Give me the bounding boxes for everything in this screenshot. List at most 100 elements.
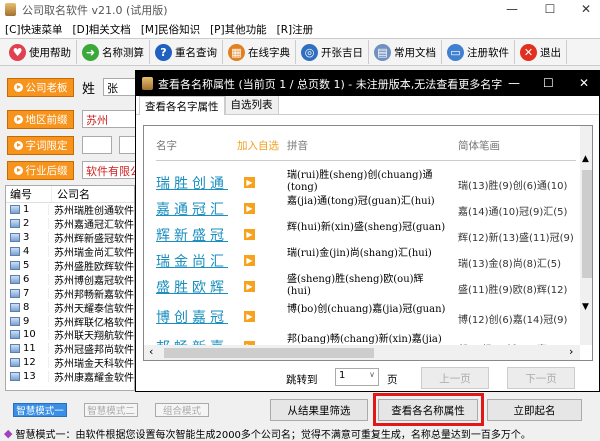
row-icon <box>10 247 20 257</box>
add-favorite-icon[interactable]: ▶ <box>244 311 255 322</box>
dialog-minimize-button[interactable]: — <box>508 76 520 90</box>
menu-docs[interactable]: [D]相关文档 <box>73 22 131 37</box>
pinyin: 瑞(rui)金(jin)尚(shang)汇(hui) <box>287 248 432 259</box>
title-bar: 公司取名软件 v21.0 (试用版) — ☐ ✕ <box>0 0 600 20</box>
toolbar-button-1[interactable]: ➜ 名称测算 <box>77 40 150 64</box>
list-item[interactable]: 4 苏州瑞金尚汇软件 <box>6 245 134 259</box>
row-icon <box>10 330 20 340</box>
attribute-row: 瑞金尚汇 ▶ 瑞(rui)金(jin)尚(shang)汇(hui) 瑞(13)金(8)… <box>144 248 584 274</box>
pinyin: 瑞(rui)胜(sheng)创(chuang)通(tong) <box>287 170 433 193</box>
company-boss-button[interactable]: 公司老板 <box>7 78 74 97</box>
scroll-right-icon[interactable]: › <box>569 345 573 358</box>
add-favorite-icon[interactable]: ▶ <box>244 229 255 240</box>
toolbar-label: 常用文档 <box>394 46 436 59</box>
toolbar-button-3[interactable]: ▦ 在线字典 <box>223 40 296 64</box>
page-select[interactable]: 1 ∨ <box>335 368 379 386</box>
list-item[interactable]: 1 苏州瑞胜创通软件 <box>6 203 134 217</box>
dialog-close-button[interactable]: ✕ <box>579 76 589 90</box>
name-link[interactable]: 辉新盛冠 <box>156 225 228 245</box>
mode-smart-2[interactable]: 智慧模式二 <box>84 403 138 417</box>
label: 公司老板 <box>25 82 68 94</box>
toolbar-button-4[interactable]: ◎ 开张吉日 <box>296 40 369 64</box>
row-icon <box>10 233 20 243</box>
next-page-button[interactable]: 下一页 <box>507 367 575 389</box>
close-button[interactable]: ✕ <box>572 2 600 18</box>
name-link[interactable]: 瑞金尚汇 <box>156 251 228 271</box>
scroll-up-icon[interactable]: ▲ <box>582 154 589 164</box>
add-favorite-icon[interactable]: ▶ <box>244 177 255 188</box>
attribute-row: 嘉通冠汇 ▶ 嘉(jia)通(tong)冠(guan)汇(hui) 嘉(14)通(10… <box>144 196 584 222</box>
list-item[interactable]: 6 苏州博创嘉冠软件 <box>6 272 134 287</box>
col-name[interactable]: 公司名 <box>52 186 90 202</box>
page-value: 1 <box>339 370 346 381</box>
question-icon: ? <box>155 43 172 61</box>
region-input[interactable]: 苏州 <box>82 110 142 128</box>
tab-favorites[interactable]: 自选列表 <box>224 94 279 114</box>
list-item[interactable]: 9 苏州辉联亿格软件 <box>6 314 134 329</box>
strokes: 瑞(13)金(8)尚(8)汇(5) <box>458 259 562 270</box>
menu-register[interactable]: [R]注册 <box>277 22 314 37</box>
scroll-thumb-h[interactable] <box>164 348 374 358</box>
label: 行业后缀 <box>25 165 68 177</box>
scroll-down-icon[interactable]: ▼ <box>582 302 589 312</box>
toolbar-button-7[interactable]: ✕ 退出 <box>515 40 567 64</box>
list-item[interactable]: 3 苏州辉新盛冠软件 <box>6 231 134 245</box>
toolbar-button-6[interactable]: ▭ 注册软件 <box>442 40 515 64</box>
col-number[interactable]: 编号 <box>6 186 52 202</box>
globe-icon: ◎ <box>301 43 318 61</box>
row-company-name: 苏州邦畅新嘉软件 <box>54 289 134 301</box>
name-link[interactable]: 嘉通冠汇 <box>156 199 228 219</box>
menu-quick[interactable]: [C]快速菜单 <box>5 22 63 37</box>
company-name-list[interactable]: 编号 公司名 1 苏州瑞胜创通软件 2 苏州嘉通冠汇软件 3 苏州辉新盛冠软件 4 苏州瑞金尚汇… <box>5 185 135 391</box>
toolbar-button-5[interactable]: ▤ 常用文档 <box>369 40 442 64</box>
row-number: 8 <box>23 301 30 313</box>
mode-smart-1[interactable]: 智慧模式一 <box>13 403 67 417</box>
row-icon <box>10 274 20 284</box>
menu-other[interactable]: [P]其他功能 <box>210 22 267 37</box>
add-favorite-icon[interactable]: ▶ <box>244 281 255 292</box>
add-favorite-icon[interactable]: ▶ <box>244 203 255 214</box>
add-favorite-icon[interactable]: ▶ <box>244 255 255 266</box>
toolbar-button-2[interactable]: ? 重名查询 <box>150 40 223 64</box>
word-input-1[interactable] <box>82 136 112 154</box>
list-item[interactable]: 5 苏州盛胜欧辉软件 <box>6 259 134 273</box>
minimize-button[interactable]: — <box>498 2 526 18</box>
industry-input[interactable]: 软件有限公 <box>82 161 142 179</box>
attribute-row: 辉新盛冠 ▶ 辉(hui)新(xin)盛(sheng)冠(guan) 辉(12)新(1… <box>144 222 584 248</box>
toolbar-label: 名称测算 <box>102 46 144 59</box>
dialog-title-bar: 查看各名称属性 (当前页 1 / 总页数 1) - 未注册版本,无法查看更多名字… <box>136 71 599 96</box>
filter-results-button[interactable]: 从结果里筛选 <box>270 399 368 421</box>
tab-name-attributes[interactable]: 查看各名字属性 <box>139 96 225 115</box>
mode-combo[interactable]: 组合模式 <box>155 403 209 417</box>
row-number: 12 <box>23 357 36 369</box>
name-link[interactable]: 盛胜欧辉 <box>156 277 228 297</box>
document-icon: ▤ <box>374 43 391 61</box>
scroll-left-icon[interactable]: ‹ <box>149 345 153 358</box>
industry-suffix-button[interactable]: 行业后缀 <box>7 161 74 180</box>
horizontal-scrollbar[interactable]: ‹ › <box>144 345 580 360</box>
name-link[interactable]: 瑞胜创通 <box>156 173 228 193</box>
toolbar-label: 退出 <box>540 46 561 59</box>
list-item[interactable]: 2 苏州嘉通冠汇软件 <box>6 217 134 231</box>
name-link[interactable]: 博创嘉冠 <box>156 307 228 327</box>
toolbar: ♥ 使用帮助 ➜ 名称测算? 重名查询 ▦ 在线字典 ◎ 开张吉日 ▤ 常用文档 ▭ 注册软件 ✕ 退出 <box>0 38 600 66</box>
region-prefix-button[interactable]: 地区前缀 <box>7 110 74 129</box>
list-item[interactable]: 8 苏州天耀泰信软件 <box>6 300 134 315</box>
start-naming-button[interactable]: 立即起名 <box>487 399 582 421</box>
prev-page-button[interactable]: 上一页 <box>421 367 489 389</box>
word-limit-button[interactable]: 字词限定 <box>7 136 74 155</box>
toolbar-button-0[interactable]: ♥ 使用帮助 <box>4 40 77 64</box>
view-name-attributes-button[interactable]: 查看各名称属性 <box>378 399 478 421</box>
scroll-thumb-v[interactable] <box>582 170 592 278</box>
header-strokes: 简体笔画 <box>458 140 500 152</box>
menu-folk[interactable]: [M]民俗知识 <box>141 22 200 37</box>
row-icon <box>10 302 20 312</box>
list-item[interactable]: 10 苏州联天翔航软件 <box>6 328 134 342</box>
list-item[interactable]: 13 苏州康嘉耀金软件 <box>6 370 134 384</box>
list-item[interactable]: 12 苏州瑞金天科软件 <box>6 356 134 370</box>
list-item[interactable]: 11 苏州冠盛邦尚软件 <box>6 342 134 356</box>
maximize-button[interactable]: ☐ <box>536 2 564 18</box>
vertical-scrollbar[interactable]: ▲ ▼ <box>580 126 592 345</box>
list-item[interactable]: 7 苏州邦畅新嘉软件 <box>6 286 134 301</box>
dialog-maximize-button[interactable]: ☐ <box>543 76 554 90</box>
